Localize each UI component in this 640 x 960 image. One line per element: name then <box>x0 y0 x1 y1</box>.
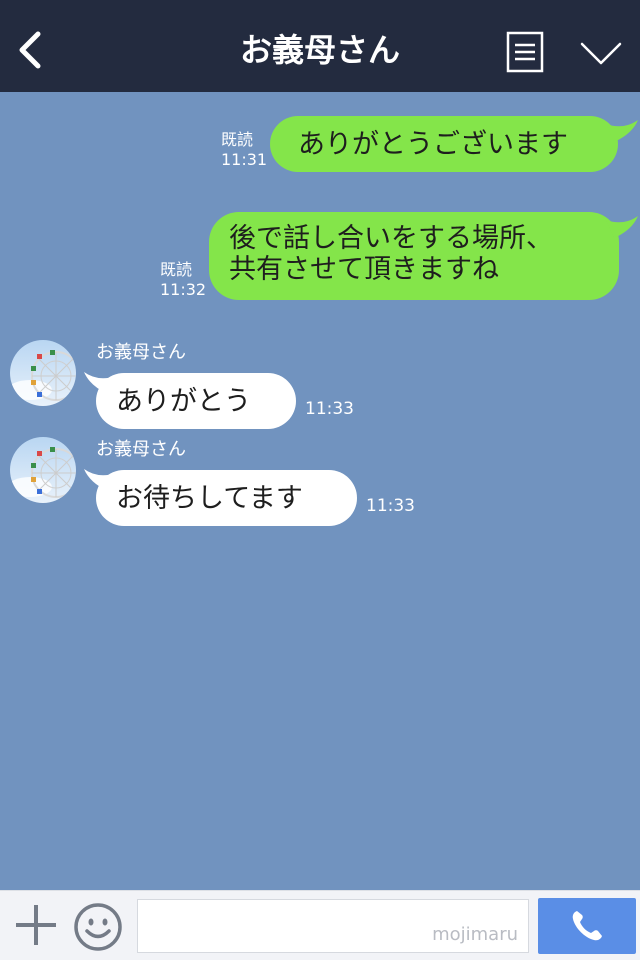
ferris-wheel-avatar-image <box>10 340 76 406</box>
message-text-line: 共有させて頂きますね <box>229 254 499 285</box>
received-message-bubble[interactable]: お待ちしてます <box>96 470 357 526</box>
avatar[interactable] <box>10 340 76 406</box>
sender-name: お義母さん <box>96 439 186 460</box>
emoji-button[interactable] <box>73 902 123 952</box>
message-input[interactable]: mojimaru <box>137 899 529 953</box>
message-time: 11:33 <box>366 496 415 516</box>
message-meta: 既読 11:32 <box>160 260 206 300</box>
avatar[interactable] <box>10 437 76 503</box>
watermark-text: mojimaru <box>432 924 518 945</box>
read-receipt: 既読 <box>221 130 254 149</box>
message-time: 11:31 <box>221 150 268 169</box>
call-button[interactable] <box>538 898 636 954</box>
ferris-wheel-avatar-image <box>10 437 76 503</box>
chat-header: お義母さん <box>0 0 640 92</box>
message-time: 11:32 <box>160 280 207 299</box>
message-text: お待ちしてます <box>116 482 303 514</box>
sender-name: お義母さん <box>96 342 186 363</box>
read-receipt: 既読 <box>160 260 193 279</box>
message-text: ありがとう <box>116 385 251 417</box>
message-text: ありがとうございます <box>298 128 568 160</box>
sent-message-bubble[interactable]: 後で話し合いをする場所、 共有させて頂きますね <box>209 212 619 300</box>
message-meta: 既読 11:31 <box>221 130 267 170</box>
message-text-line: 後で話し合いをする場所、 <box>229 223 553 254</box>
message-input-bar: mojimaru <box>0 890 640 960</box>
plus-icon <box>16 905 56 945</box>
menu-button[interactable] <box>506 31 544 73</box>
list-icon <box>506 31 544 73</box>
chat-area[interactable]: 既読 11:31 ありがとうございます 既読 11:32 後で話し合いをする場所… <box>0 92 640 890</box>
add-attachment-button[interactable] <box>14 903 58 947</box>
bubble-tail <box>606 216 638 238</box>
chevron-down-icon <box>580 42 622 65</box>
bubble-tail <box>606 120 638 142</box>
message-time: 11:33 <box>305 399 354 419</box>
chat-title: お義母さん <box>239 31 400 69</box>
received-message-bubble[interactable]: ありがとう <box>96 373 296 429</box>
phone-icon <box>572 911 602 941</box>
expand-button[interactable] <box>578 34 624 72</box>
sent-message-bubble[interactable]: ありがとうございます <box>270 116 618 172</box>
emoji-icon <box>74 903 122 951</box>
